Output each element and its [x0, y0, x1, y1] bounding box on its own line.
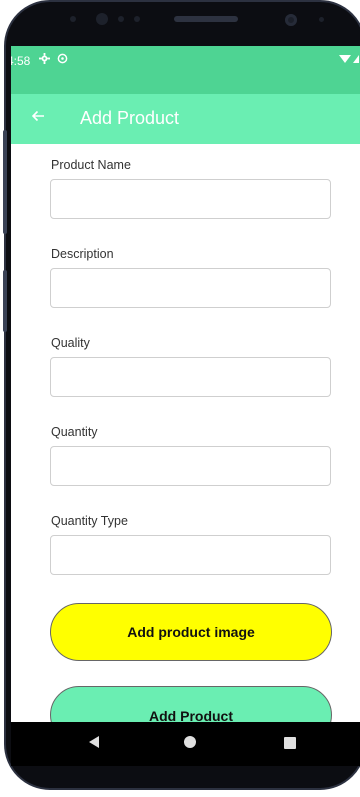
back-arrow-icon[interactable]	[31, 105, 45, 129]
quality-input[interactable]	[50, 357, 331, 397]
page-title: Add Product	[80, 108, 180, 128]
system-nav-bar	[11, 722, 360, 766]
quantity-type-label: Quantity Type	[51, 514, 128, 528]
app-screen: 4:58 Add Product Product Name Descriptio…	[11, 46, 360, 722]
add-product-button[interactable]: Add Product	[50, 686, 332, 722]
quantity-type-input[interactable]	[50, 535, 331, 575]
home-circle-icon[interactable]	[183, 734, 197, 754]
product-name-input[interactable]	[50, 179, 331, 219]
recents-square-icon[interactable]	[284, 734, 296, 754]
volume-button	[3, 130, 7, 234]
device-frame: 4:58 Add Product Product Name Descriptio…	[0, 0, 360, 797]
signal-icon	[353, 55, 359, 63]
app-bar: Add Product	[11, 94, 360, 144]
bixby-button	[3, 270, 7, 332]
description-label: Description	[51, 247, 114, 261]
front-sensor-icon	[96, 13, 108, 25]
quantity-input[interactable]	[50, 446, 331, 486]
front-camera-icon	[285, 14, 297, 26]
status-right-icons	[338, 53, 360, 67]
description-input[interactable]	[50, 268, 331, 308]
led-indicator-icon	[319, 17, 324, 22]
product-name-label: Product Name	[51, 158, 131, 172]
top-bezel	[32, 2, 352, 48]
add-product-image-button[interactable]: Add product image	[50, 603, 332, 661]
data-saver-icon	[57, 53, 68, 67]
earpiece-speaker	[174, 16, 238, 22]
proximity-sensor-icon	[70, 16, 76, 22]
status-bar: 4:58	[11, 46, 360, 94]
quality-label: Quality	[51, 336, 90, 350]
back-triangle-icon[interactable]	[88, 734, 100, 754]
settings-icon	[39, 53, 50, 67]
ambient-sensor-icon	[118, 16, 124, 22]
iris-sensor-icon	[134, 16, 140, 22]
quantity-label: Quantity	[51, 425, 98, 439]
wifi-icon	[339, 55, 359, 63]
status-time: 4:58	[11, 54, 31, 68]
